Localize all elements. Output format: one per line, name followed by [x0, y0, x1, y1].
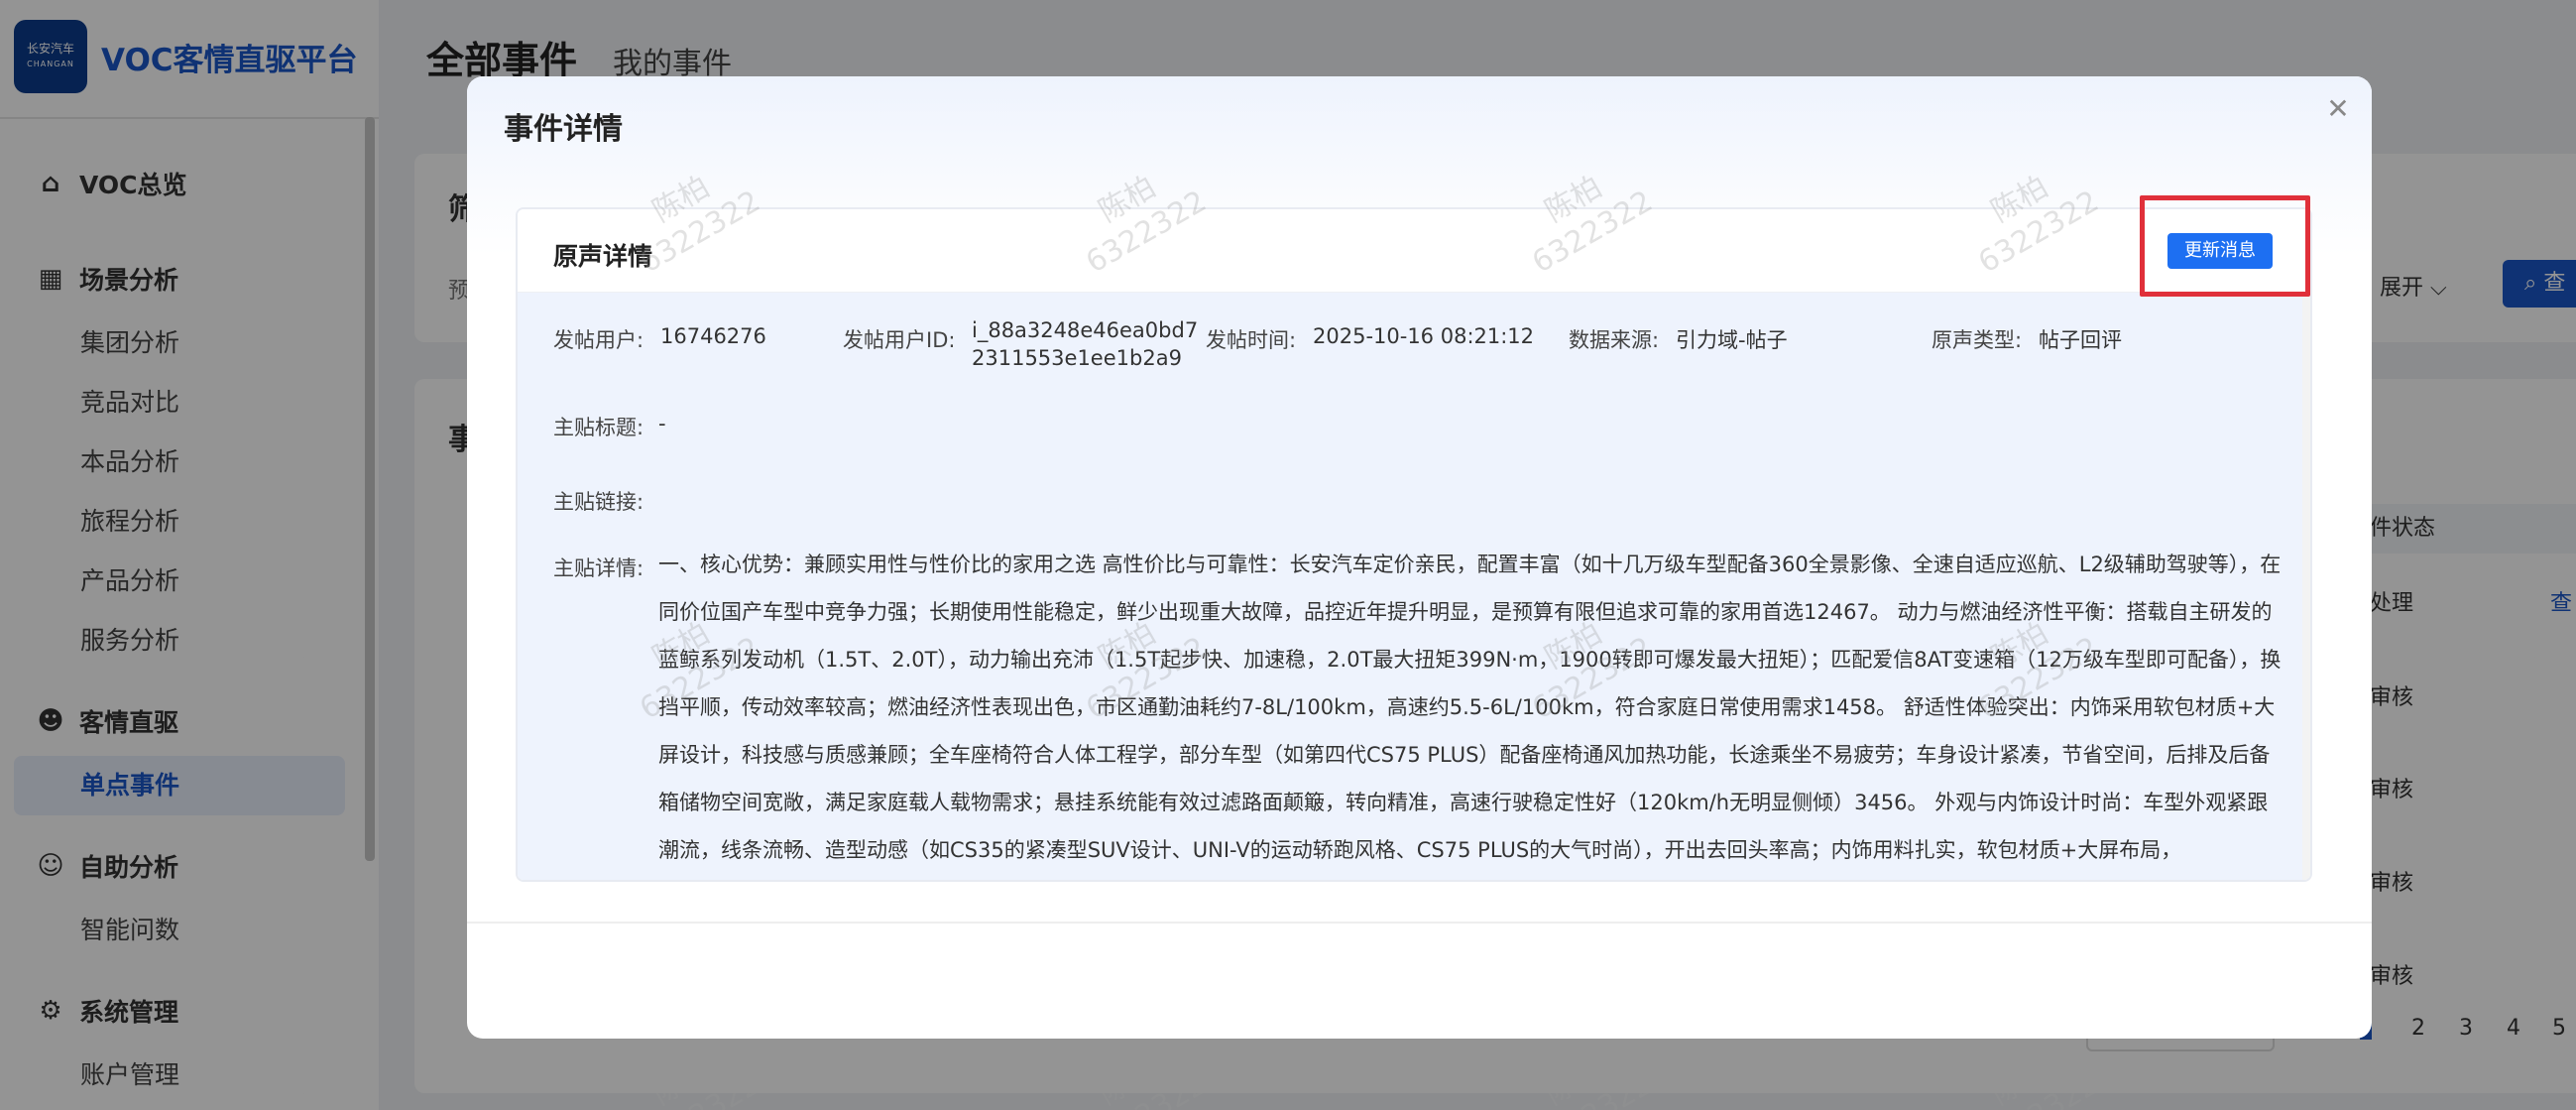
highlight-annotation-box	[2140, 195, 2310, 297]
main-title-label: 主贴标题:	[553, 416, 644, 439]
post-time-label: 发帖时间:	[1206, 328, 1297, 352]
voice-detail-card: 原声详情 更新消息 发帖用户: 16746276 发帖用户ID: i_88a32…	[516, 207, 2312, 882]
poster-id-value-line2: 2311553e1ee1b2a9	[972, 346, 1182, 370]
poster-label: 发帖用户:	[553, 328, 644, 352]
modal-footer-divider	[467, 922, 2372, 924]
post-info-row: 发帖用户: 16746276 发帖用户ID: i_88a3248e46ea0bd…	[553, 318, 2298, 394]
voice-detail-title: 原声详情	[553, 242, 653, 271]
voice-type-value: 帖子回评	[2039, 328, 2122, 352]
source-label: 数据来源:	[1569, 328, 1660, 352]
main-detail-value: 一、核心优势：兼顾实用性与性价比的家用之选 高性价比与可靠性：长安汽车定价亲民，…	[658, 553, 2282, 862]
voice-detail-body: 发帖用户: 16746276 发帖用户ID: i_88a3248e46ea0bd…	[518, 293, 2302, 880]
voice-detail-header: 原声详情 更新消息	[518, 209, 2310, 293]
close-icon[interactable]: ✕	[2323, 94, 2353, 124]
poster-id-label: 发帖用户ID:	[843, 328, 956, 352]
event-detail-modal: 事件详情 ✕ 原声详情 更新消息 发帖用户: 16746276 发帖用户ID: …	[467, 76, 2372, 1039]
voice-type-label: 原声类型:	[1932, 328, 2023, 352]
detail-scrollbar[interactable]	[2302, 293, 2310, 880]
post-time-value: 2025-10-16 08:21:12	[1313, 324, 1535, 348]
source-value: 引力域-帖子	[1676, 328, 1788, 352]
modal-title: 事件详情	[504, 112, 623, 147]
poster-value: 16746276	[660, 324, 766, 348]
main-title-value: -	[658, 412, 666, 435]
main-detail-label: 主贴详情:	[553, 556, 644, 580]
poster-id-value-line1: i_88a3248e46ea0bd7	[972, 318, 1199, 342]
main-link-label: 主贴链接:	[553, 490, 644, 514]
